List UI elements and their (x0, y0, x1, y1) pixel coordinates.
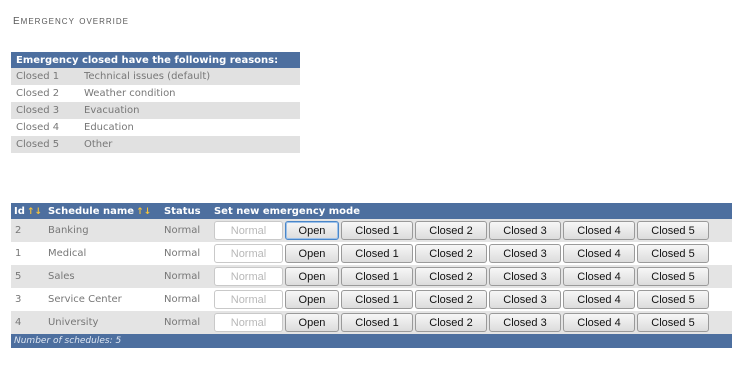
closed-5-button[interactable]: Closed 5 (636, 221, 709, 240)
closed-2-button[interactable]: Closed 2 (414, 221, 487, 240)
schedules-count: Number of schedules: 5 (11, 334, 732, 348)
mode-buttons: Normal Open Closed 1 Closed 2 Closed 3 Closed… (213, 244, 729, 263)
schedule-name: Sales (44, 265, 161, 288)
schedule-row: 3 Service Center Normal Normal Open Closed 1C… (11, 288, 732, 311)
mode-cell: Normal Open Closed 1 Closed 2 Closed 3 Closed… (210, 265, 732, 288)
closed-4-button[interactable]: Closed 4 (562, 290, 635, 309)
mode-buttons: Normal Open Closed 1 Closed 2 Closed 3 Closed… (213, 221, 729, 240)
page-title: Emergency override (13, 11, 130, 27)
closed-5-button[interactable]: Closed 5 (636, 313, 709, 332)
closed-1-button[interactable]: Closed 1 (340, 244, 413, 263)
reason-code: Closed 2 (11, 85, 79, 102)
mode-cell: Normal Open Closed 1 Closed 2 Closed 3 Closed… (210, 288, 732, 311)
mode-cell: Normal Open Closed 1 Closed 2 Closed 3 Closed… (210, 311, 732, 334)
schedule-status: Normal (160, 311, 211, 334)
closed-5-button[interactable]: Closed 5 (636, 267, 709, 286)
schedule-id: 4 (11, 311, 45, 334)
schedule-id: 5 (11, 265, 45, 288)
closed-4-button[interactable]: Closed 4 (562, 267, 635, 286)
closed-2-button[interactable]: Closed 2 (414, 267, 487, 286)
open-mode-button[interactable]: Open (284, 221, 339, 240)
closed-4-button[interactable]: Closed 4 (562, 244, 635, 263)
mode-buttons: Normal Open Closed 1 Closed 2 Closed 3 Closed… (213, 290, 729, 309)
closed-1-button[interactable]: Closed 1 (340, 267, 413, 286)
schedule-name: University (44, 311, 161, 334)
schedule-id: 2 (11, 219, 45, 242)
schedule-name: Banking (44, 219, 161, 242)
closed-3-button[interactable]: Closed 3 (488, 290, 561, 309)
schedule-row: 4 University Normal Normal Open Closed 1 Close… (11, 311, 732, 334)
normal-mode-button: Normal (213, 267, 283, 286)
schedule-row: 2 Banking Normal Normal Open Closed 1 Closed 2… (11, 219, 732, 242)
normal-mode-button: Normal (213, 290, 283, 309)
schedule-status: Normal (160, 219, 211, 242)
mode-cell: Normal Open Closed 1 Closed 2 Closed 3 Closed… (210, 242, 732, 265)
open-mode-button[interactable]: Open (284, 244, 339, 263)
closed-1-button[interactable]: Closed 1 (340, 313, 413, 332)
closed-5-button[interactable]: Closed 5 (636, 290, 709, 309)
normal-mode-button: Normal (213, 221, 283, 240)
normal-mode-button: Normal (213, 244, 283, 263)
reason-label: Weather condition (79, 85, 300, 102)
schedule-id: 3 (11, 288, 45, 311)
open-mode-button[interactable]: Open (284, 267, 339, 286)
closed-4-button[interactable]: Closed 4 (562, 221, 635, 240)
schedule-status: Normal (160, 288, 211, 311)
emergency-override-page: Emergency override Emergency closed have… (0, 0, 732, 365)
reason-row: Closed 4 Education (11, 119, 300, 136)
column-header-status: Status (160, 203, 211, 219)
closed-4-button[interactable]: Closed 4 (562, 313, 635, 332)
closed-2-button[interactable]: Closed 2 (414, 290, 487, 309)
schedule-row: 5 Sales Normal Normal Open Closed 1 Closed 2 Cl… (11, 265, 732, 288)
closed-3-button[interactable]: Closed 3 (488, 313, 561, 332)
schedules-table: Id ↑↓ Schedule name ↑↓ Status Set new emer… (11, 203, 732, 348)
schedule-name: Service Center (44, 288, 161, 311)
reason-row: Closed 3 Evacuation (11, 102, 300, 119)
reason-code: Closed 5 (11, 136, 79, 153)
reason-row: Closed 1 Technical issues (default) (11, 68, 300, 85)
closed-2-button[interactable]: Closed 2 (414, 244, 487, 263)
schedule-status: Normal (160, 265, 211, 288)
reason-label: Education (79, 119, 300, 136)
reason-label: Evacuation (79, 102, 300, 119)
closed-5-button[interactable]: Closed 5 (636, 244, 709, 263)
normal-mode-button: Normal (213, 313, 283, 332)
closed-2-button[interactable]: Closed 2 (414, 313, 487, 332)
reasons-table: Emergency closed have the following reas… (11, 52, 300, 153)
reason-label: Other (79, 136, 300, 153)
reasons-header: Emergency closed have the following reas… (11, 52, 300, 68)
open-mode-button[interactable]: Open (284, 313, 339, 332)
reason-code: Closed 4 (11, 119, 79, 136)
reason-row: Closed 5 Other (11, 136, 300, 153)
schedule-status: Normal (160, 242, 211, 265)
schedules-body: 2 Banking Normal Normal Open Closed 1 Closed 2… (11, 219, 732, 334)
sort-icon[interactable]: ↑↓ (27, 207, 42, 217)
column-id-label: Id (14, 205, 25, 217)
schedule-name: Medical (44, 242, 161, 265)
mode-cell: Normal Open Closed 1 Closed 2 Closed 3 Closed… (210, 219, 732, 242)
column-header-name[interactable]: Schedule name ↑↓ (44, 203, 161, 219)
schedule-row: 1 Medical Normal Normal Open Closed 1 Closed 2… (11, 242, 732, 265)
schedule-id: 1 (11, 242, 45, 265)
mode-buttons: Normal Open Closed 1 Closed 2 Closed 3 Closed… (213, 267, 729, 286)
reason-row: Closed 2 Weather condition (11, 85, 300, 102)
column-header-id[interactable]: Id ↑↓ (11, 203, 45, 219)
reason-code: Closed 3 (11, 102, 79, 119)
reason-code: Closed 1 (11, 68, 79, 85)
schedules-header-row: Id ↑↓ Schedule name ↑↓ Status Set new emer… (11, 203, 732, 219)
mode-buttons: Normal Open Closed 1 Closed 2 Closed 3 Closed… (213, 313, 729, 332)
closed-1-button[interactable]: Closed 1 (340, 290, 413, 309)
closed-3-button[interactable]: Closed 3 (488, 221, 561, 240)
column-name-label: Schedule name (47, 205, 135, 217)
closed-3-button[interactable]: Closed 3 (488, 267, 561, 286)
column-header-mode: Set new emergency mode (210, 203, 732, 219)
open-mode-button[interactable]: Open (284, 290, 339, 309)
reason-label: Technical issues (default) (79, 68, 300, 85)
closed-3-button[interactable]: Closed 3 (488, 244, 561, 263)
closed-1-button[interactable]: Closed 1 (340, 221, 413, 240)
sort-icon[interactable]: ↑↓ (136, 207, 151, 217)
